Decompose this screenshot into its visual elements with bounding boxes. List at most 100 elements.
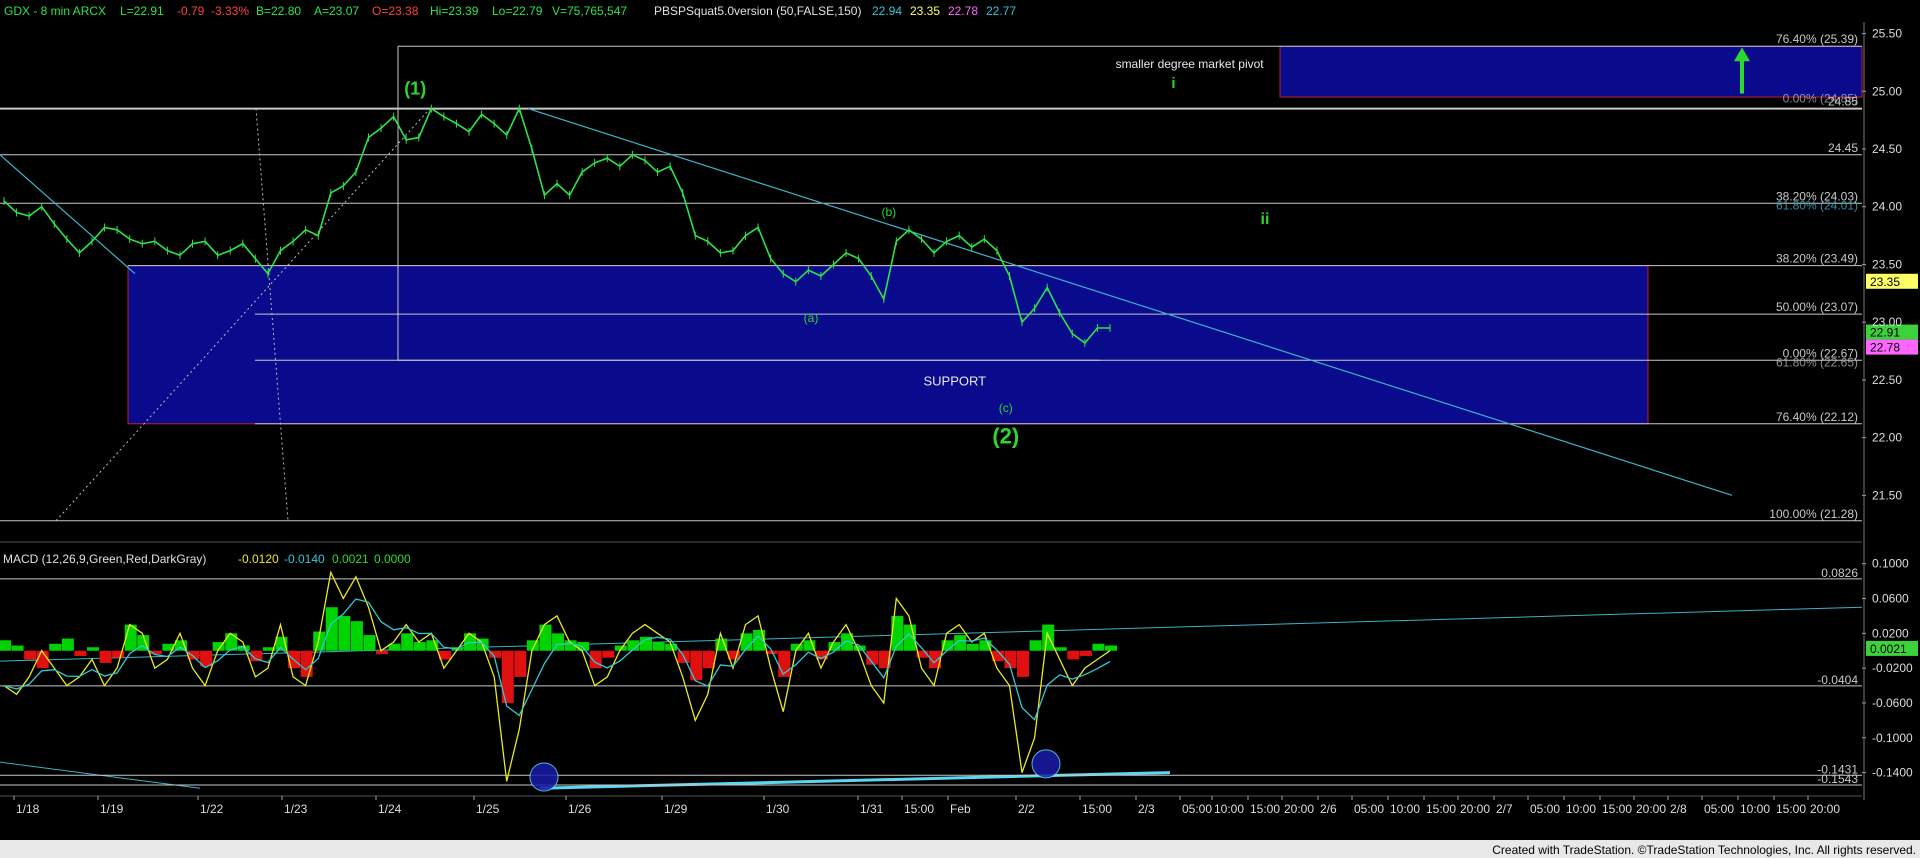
x-axis-label: 1/24 [378,802,402,816]
x-axis-label: 2/3 [1138,802,1155,816]
x-axis-label: 10:00 [1214,802,1244,816]
macd-legend-title: MACD (12,26,9,Green,Red,DarkGray) [3,552,206,566]
header-study-value-4: 22.77 [986,4,1016,18]
fib-label-overlap: 61.80% (22.65) [1776,355,1858,369]
divergence-circle [529,762,559,792]
macd-histogram-bar [1067,650,1080,660]
header-change: -0.79 [177,4,205,18]
macd-histogram-bar [300,650,313,677]
header-open: O=23.38 [372,4,419,18]
x-axis-label: 15:00 [1250,802,1280,816]
macd-histogram-bar [1054,647,1067,651]
x-axis-label: 2/8 [1670,802,1687,816]
macd-histogram-bar [589,650,602,669]
macd-histogram-bar [1092,643,1105,651]
x-axis-label: 10:00 [1566,802,1596,816]
header-last: L=22.91 [120,4,164,18]
macd-histogram-bar [363,635,376,651]
macd-histogram-bar [577,642,590,651]
x-axis-label: 20:00 [1460,802,1490,816]
header-study-value-3: 22.78 [948,4,978,18]
x-axis-label: 20:00 [1636,802,1666,816]
macd-histogram-bar [49,643,62,651]
chart-background [0,0,1920,858]
macd-histogram-bar [966,643,979,651]
macd-histogram-bar [36,650,49,669]
macd-histogram-bar [514,650,527,677]
fib-label: 76.40% (22.12) [1776,410,1858,424]
macd-histogram-bar [325,607,338,651]
header-bid: B=22.80 [256,4,301,18]
macd-histogram-bar [552,633,564,651]
macd-histogram-bar [1042,624,1055,651]
macd-histogram-bar [652,642,665,651]
price-axis-label: 23.50 [1872,257,1902,271]
header-study-value-2: 23.35 [910,4,940,18]
x-axis-label: 15:00 [1776,802,1806,816]
fib-label-overlap: 0.00% (24.85) [1783,92,1858,106]
macd-histogram-bar [1017,650,1030,677]
wave-label: (a) [804,311,819,325]
wave-label: (2) [992,423,1019,448]
macd-legend-value-2: -0.0140 [284,552,325,566]
macd-level-label: -0.1543 [1817,772,1858,786]
header-high: Hi=23.39 [430,4,479,18]
fib-label: 100.00% (21.28) [1769,507,1858,521]
support-zone-box [127,265,1649,425]
x-axis-label: 2/6 [1320,802,1337,816]
x-axis-label: 1/26 [568,802,592,816]
wave-label: (c) [999,401,1013,415]
x-axis-label: 15:00 [904,802,934,816]
x-axis-label: 15:00 [1602,802,1632,816]
macd-axis-label: 0.0200 [1872,626,1909,640]
divergence-circle [1031,749,1061,779]
footer-credit: Created with TradeStation. ©TradeStation… [1492,843,1916,857]
macd-histogram-bar [74,650,87,656]
x-axis-label: 1/30 [766,802,790,816]
header-ask: A=23.07 [314,4,359,18]
x-axis-label: 1/31 [860,802,884,816]
macd-histogram-bar [1029,640,1042,651]
x-axis-label: 15:00 [1426,802,1456,816]
macd-histogram-bar [413,642,426,651]
macd-histogram-bar [1079,650,1092,656]
wave-label: (b) [881,205,896,219]
macd-histogram-bar [401,633,414,651]
macd-histogram-bar [539,624,552,651]
macd-axis-label: 0.0600 [1872,592,1909,606]
price-axis-label: 21.50 [1872,488,1902,502]
macd-histogram-bar [24,650,37,660]
wave-label: SUPPORT [923,374,986,389]
x-axis-label: Feb [950,802,971,816]
macd-histogram-bar [702,650,715,669]
price-axis-label: 25.00 [1872,84,1902,98]
macd-axis-label: -0.1000 [1872,731,1913,745]
macd-axis-label: 0.1000 [1872,557,1909,571]
x-axis-label: 2/2 [1018,802,1035,816]
x-axis-label: 05:00 [1182,802,1212,816]
macd-histogram-bar [350,621,363,651]
x-axis-label: 1/19 [100,802,124,816]
macd-histogram-bar [99,650,112,663]
gdx-chart[interactable]: 76.40% (25.39)24.8524.4538.20% (24.03)38… [0,0,1920,858]
macd-axis-label: -0.0600 [1872,696,1913,710]
macd-histogram-bar [11,645,24,651]
macd-legend-value-4: 0.0000 [374,552,411,566]
fib-label: 50.00% (23.07) [1776,300,1858,314]
x-axis-label: 15:00 [1082,802,1112,816]
x-axis-label: 1/29 [664,802,688,816]
fib-label: 24.45 [1828,141,1858,155]
header-study-value-1: 22.94 [872,4,902,18]
price-axis-label: 23.00 [1872,315,1902,329]
x-axis-label: 2/7 [1496,802,1513,816]
macd-legend-value-3: 0.0021 [332,552,369,566]
wave-label: (1) [404,79,426,99]
macd-histogram-bar [690,650,703,681]
macd-histogram-bar [86,647,99,651]
macd-histogram-bar [1105,645,1117,651]
x-axis-label: 05:00 [1704,802,1734,816]
macd-histogram-bar [602,650,615,658]
price-axis-label: 25.50 [1872,27,1902,41]
header-study: PBSPSquat5.0version (50,FALSE,150) [654,4,861,18]
wave-label: smaller degree market pivot [1116,57,1265,71]
